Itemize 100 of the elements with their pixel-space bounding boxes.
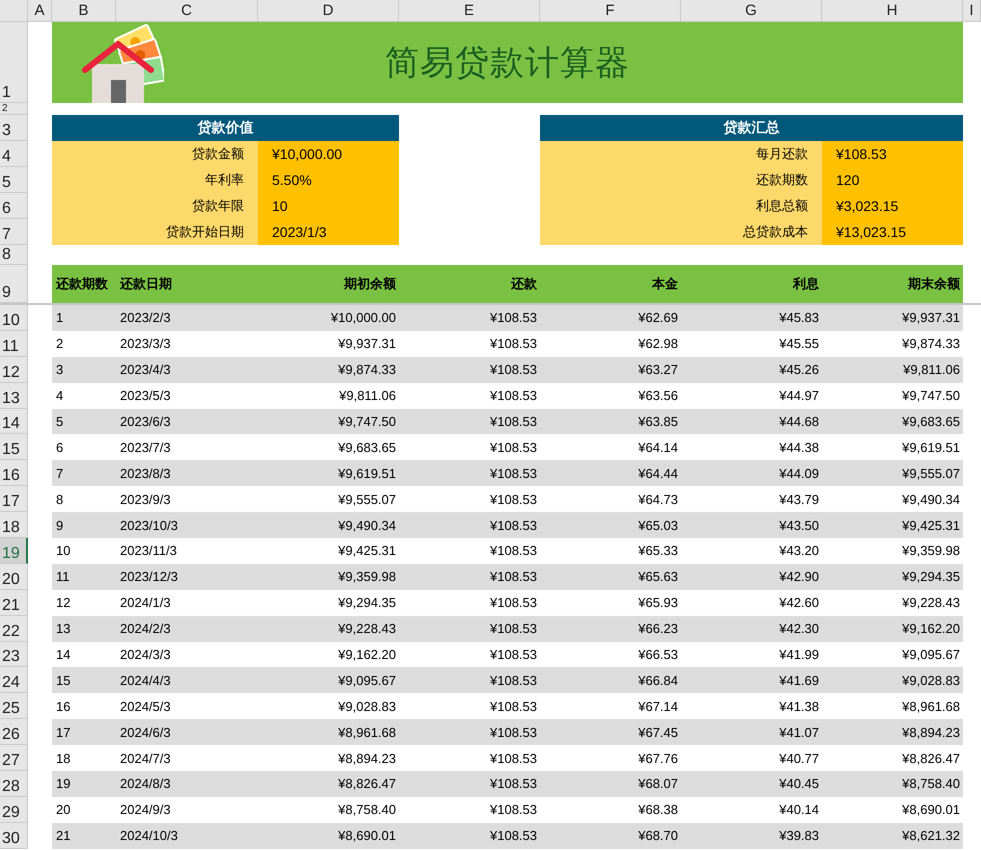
table-cell-text: ¥9,228.43	[337, 620, 397, 638]
table-cell-text: ¥9,095.67	[901, 646, 961, 664]
field-label: 利息总额	[540, 193, 822, 219]
table-cell-text: ¥9,425.31	[901, 516, 961, 535]
row-header[interactable]: 14	[0, 408, 28, 434]
table-cell-text: ¥65.93	[637, 594, 679, 612]
table-cell-text: 16	[55, 698, 72, 716]
table-cell-text: ¥62.98	[637, 335, 679, 354]
table-cell-text: ¥67.14	[637, 698, 679, 716]
row-header[interactable]: 19	[0, 538, 28, 564]
column-heading: 还款	[510, 275, 538, 293]
table-cell-text: ¥45.26	[778, 361, 820, 380]
table-cell-text: ¥41.99	[778, 646, 820, 664]
column-header[interactable]: I	[963, 0, 981, 22]
field-value: ¥108.53	[822, 141, 963, 167]
row-header[interactable]: 5	[0, 167, 28, 193]
column-heading: 期初余额	[343, 275, 397, 293]
field-value: 5.50%	[258, 167, 399, 193]
table-cell-text: ¥8,758.40	[901, 775, 961, 794]
row-header[interactable]: 13	[0, 382, 28, 409]
table-cell-text: ¥9,359.98	[337, 568, 397, 586]
table-cell-text: ¥64.14	[637, 438, 679, 457]
row-header[interactable]: 4	[0, 141, 28, 167]
row-header[interactable]: 11	[0, 330, 28, 357]
field-value: 120	[822, 167, 963, 193]
table-cell-text: ¥67.45	[637, 724, 679, 742]
column-header[interactable]: E	[399, 0, 540, 22]
row-header[interactable]: 12	[0, 356, 28, 383]
table-cell-text: ¥108.53	[489, 646, 538, 664]
row-header[interactable]: 6	[0, 193, 28, 219]
table-cell-text: ¥42.30	[778, 620, 820, 638]
table-cell-text: 2024/6/3	[119, 724, 172, 742]
table-cell-text: 2023/10/3	[119, 516, 179, 535]
table-cell-text: 8	[55, 490, 64, 509]
row-header[interactable]: 3	[0, 115, 28, 141]
table-cell-text: ¥9,359.98	[901, 542, 961, 560]
row-header[interactable]: 2	[0, 103, 28, 115]
row-header[interactable]: 8	[0, 245, 28, 265]
column-header[interactable]: B	[52, 0, 116, 22]
table-cell-text: ¥108.53	[489, 309, 538, 328]
table-cell-text: ¥108.53	[489, 620, 538, 638]
row-header[interactable]: 21	[0, 590, 28, 616]
column-heading: 期末余额	[907, 275, 961, 293]
row-header[interactable]: 10	[0, 305, 28, 331]
row-header[interactable]: 18	[0, 512, 28, 538]
row-header[interactable]: 26	[0, 719, 28, 746]
field-value: ¥13,023.15	[822, 219, 963, 245]
row-header[interactable]: 30	[0, 822, 28, 849]
table-cell-text: ¥44.38	[778, 438, 820, 457]
row-header[interactable]: 7	[0, 219, 28, 245]
table-cell-text: ¥8,690.01	[901, 801, 961, 820]
table-cell-text: 10	[55, 542, 72, 560]
column-header[interactable]: A	[28, 0, 52, 22]
row-header[interactable]: 25	[0, 693, 28, 720]
table-cell-text: 5	[55, 413, 64, 431]
row-header[interactable]: 1	[0, 22, 28, 103]
row-header[interactable]: 15	[0, 434, 28, 460]
table-cell-text: ¥44.09	[778, 464, 820, 483]
column-header[interactable]: H	[822, 0, 963, 22]
table-cell-text: ¥9,555.07	[337, 490, 397, 509]
table-cell-text: ¥8,826.47	[901, 750, 961, 768]
row-header[interactable]: 16	[0, 460, 28, 486]
column-heading: 还款日期	[119, 275, 173, 293]
table-cell-text: ¥45.83	[778, 309, 820, 328]
table-cell-text: ¥40.14	[778, 801, 820, 820]
table-cell-text: 7	[55, 464, 64, 483]
table-cell-text: ¥63.56	[637, 387, 679, 406]
table-cell-text: 2023/11/3	[119, 542, 178, 560]
field-label: 贷款开始日期	[52, 219, 258, 245]
select-all-button[interactable]	[0, 0, 28, 22]
row-header[interactable]: 22	[0, 616, 28, 642]
column-header[interactable]: D	[258, 0, 399, 22]
table-cell-text: ¥10,000.00	[330, 309, 397, 328]
row-header[interactable]: 29	[0, 796, 28, 823]
row-header[interactable]: 23	[0, 642, 28, 668]
row-header[interactable]: 27	[0, 745, 28, 772]
table-cell-text: ¥41.38	[778, 698, 820, 716]
row-header[interactable]: 9	[0, 265, 28, 303]
table-cell-text: ¥41.07	[778, 724, 820, 742]
row-header[interactable]: 20	[0, 564, 28, 590]
column-header[interactable]: F	[540, 0, 681, 22]
table-cell-text: ¥9,874.33	[901, 335, 961, 354]
column-header[interactable]: C	[116, 0, 258, 22]
table-cell-text: ¥67.76	[637, 750, 679, 768]
column-header[interactable]: G	[681, 0, 822, 22]
table-cell-text: ¥108.53	[489, 490, 538, 509]
row-header[interactable]: 28	[0, 771, 28, 797]
table-cell-text: ¥108.53	[489, 361, 538, 380]
table-cell-text: ¥9,811.06	[902, 361, 961, 380]
field-value: ¥10,000.00	[258, 141, 399, 167]
row-header[interactable]: 17	[0, 486, 28, 512]
table-cell-text: 3	[55, 361, 64, 380]
table-cell-text: ¥68.38	[637, 801, 679, 820]
table-cell-text: ¥62.69	[637, 309, 679, 328]
table-cell-text: ¥108.53	[489, 801, 538, 820]
field-label: 还款期数	[540, 167, 822, 193]
row-header[interactable]: 24	[0, 667, 28, 694]
table-cell-text: ¥9,028.83	[337, 698, 397, 716]
table-cell-text: ¥65.03	[637, 516, 679, 535]
table-cell-text: 2023/3/3	[119, 335, 172, 354]
